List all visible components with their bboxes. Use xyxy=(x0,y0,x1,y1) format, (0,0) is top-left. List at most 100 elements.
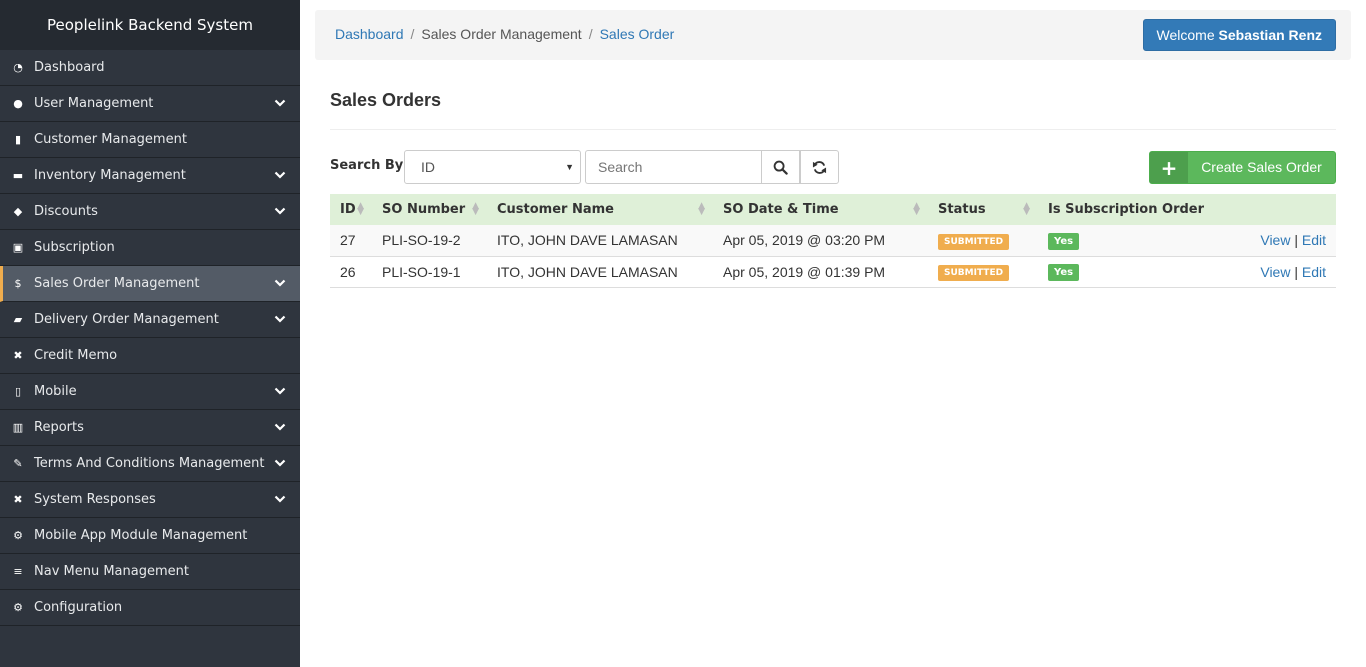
column-header-so-date[interactable]: SO Date & Time ▲ ▼ xyxy=(713,194,928,225)
column-header-customer-name[interactable]: Customer Name ▲ ▼ xyxy=(487,194,713,225)
cell-id: 27 xyxy=(330,225,372,257)
cell-actions: View | Edit xyxy=(1218,256,1336,288)
column-header-id[interactable]: ID ▲ ▼ xyxy=(330,194,372,225)
plus-icon: + xyxy=(1150,152,1188,183)
subscription-badge: Yes xyxy=(1048,264,1080,281)
sidebar-item-label: Reports xyxy=(34,420,84,435)
sidebar-item-terms-and-conditions-management[interactable]: ✎ Terms And Conditions Management xyxy=(0,446,300,482)
sidebar-item-label: Subscription xyxy=(34,240,115,255)
chevron-down-icon xyxy=(274,207,286,215)
cell-customer-name: ITO, JOHN DAVE LAMASAN xyxy=(487,225,713,257)
table-header-row: ID ▲ ▼ SO Number ▲ ▼ Customer Name ▲ ▼ SO Date… xyxy=(330,194,1336,225)
sidebar-item-label: Sales Order Management xyxy=(34,276,200,291)
status-badge: SUBMITTED xyxy=(938,233,1010,250)
edit-link[interactable]: Edit xyxy=(1302,264,1326,280)
sidebar-item-customer-management[interactable]: ▮ Customer Management xyxy=(0,122,300,158)
search-field-select[interactable]: ID ▼ xyxy=(404,150,581,184)
sidebar-item-nav-menu-management[interactable]: ≡ Nav Menu Management xyxy=(0,554,300,590)
truck-icon: ▰ xyxy=(13,313,23,326)
sidebar-item-label: Mobile xyxy=(34,384,77,399)
sidebar-item-mobile-app-module-management[interactable]: ⚙ Mobile App Module Management xyxy=(0,518,300,554)
view-link[interactable]: View xyxy=(1260,232,1290,248)
cell-customer-name: ITO, JOHN DAVE LAMASAN xyxy=(487,256,713,288)
create-sales-order-button[interactable]: + Create Sales Order xyxy=(1149,151,1336,184)
sidebar-item-label: Delivery Order Management xyxy=(34,312,219,327)
table-row: 26 PLI-SO-19-1 ITO, JOHN DAVE LAMASAN Ap… xyxy=(330,256,1336,288)
welcome-prefix: Welcome xyxy=(1156,27,1215,43)
breadcrumb-current-link[interactable]: Sales Order xyxy=(600,26,675,42)
column-header-so-number[interactable]: SO Number ▲ ▼ xyxy=(372,194,487,225)
dashboard-icon: ◔ xyxy=(13,61,23,74)
search-button[interactable] xyxy=(761,150,800,184)
sidebar-item-label: Configuration xyxy=(34,600,123,615)
view-link[interactable]: View xyxy=(1260,264,1290,280)
cell-so-date: Apr 05, 2019 @ 01:39 PM xyxy=(713,256,928,288)
sidebar-item-credit-memo[interactable]: ✖ Credit Memo xyxy=(0,338,300,374)
rss-icon: ▣ xyxy=(12,241,24,254)
search-field-value: ID xyxy=(421,159,435,175)
dollar-icon: $ xyxy=(14,277,22,290)
edit-link[interactable]: Edit xyxy=(1302,232,1326,248)
close-icon: ✖ xyxy=(13,349,23,362)
sidebar-item-label: Customer Management xyxy=(34,132,187,147)
chevron-down-icon xyxy=(274,495,286,503)
chevron-down-icon xyxy=(274,315,286,323)
sidebar-item-label: User Management xyxy=(34,96,154,111)
sort-icon: ▲ ▼ xyxy=(698,201,705,217)
sidebar: Peoplelink Backend System ◔ Dashboard ● Use… xyxy=(0,0,300,667)
sidebar-item-reports[interactable]: ▥ Reports xyxy=(0,410,300,446)
sidebar-item-dashboard[interactable]: ◔ Dashboard xyxy=(0,50,300,86)
cell-so-number: PLI-SO-19-2 xyxy=(372,225,487,257)
chevron-down-icon xyxy=(274,459,286,467)
chevron-down-icon xyxy=(274,279,286,287)
breadcrumb: Dashboard / Sales Order Management / Sales O… xyxy=(335,26,674,42)
user-icon: ● xyxy=(13,97,23,110)
breadcrumb-dashboard-link[interactable]: Dashboard xyxy=(335,26,404,42)
tags-icon: ◆ xyxy=(13,205,23,218)
action-separator: | xyxy=(1294,232,1298,249)
edit-icon: ✎ xyxy=(13,457,23,470)
sidebar-item-mobile[interactable]: ▯ Mobile xyxy=(0,374,300,410)
sidebar-item-inventory-management[interactable]: ▬ Inventory Management xyxy=(0,158,300,194)
sidebar-item-label: Discounts xyxy=(34,204,98,219)
sidebar-item-label: Nav Menu Management xyxy=(34,564,189,579)
column-header-is-subscription[interactable]: Is Subscription Order xyxy=(1038,194,1218,225)
welcome-button[interactable]: Welcome Sebastian Renz xyxy=(1142,19,1336,51)
column-header-status[interactable]: Status ▲ ▼ xyxy=(928,194,1038,225)
sidebar-item-label: System Responses xyxy=(34,492,156,507)
close-icon: ✖ xyxy=(13,493,23,506)
chevron-down-icon xyxy=(274,387,286,395)
cell-id: 26 xyxy=(330,256,372,288)
column-header-actions xyxy=(1218,194,1336,225)
sort-icon: ▲ ▼ xyxy=(357,201,364,217)
status-badge: SUBMITTED xyxy=(938,265,1010,281)
sidebar-item-subscription[interactable]: ▣ Subscription xyxy=(0,230,300,266)
sidebar-item-label: Inventory Management xyxy=(34,168,186,183)
sales-orders-table: ID ▲ ▼ SO Number ▲ ▼ Customer Name ▲ ▼ SO Date… xyxy=(330,194,1336,288)
id-card-icon: ▮ xyxy=(14,133,22,146)
folder-icon: ▬ xyxy=(12,169,24,182)
table-row: 27 PLI-SO-19-2 ITO, JOHN DAVE LAMASAN Ap… xyxy=(330,225,1336,257)
top-bar: Dashboard / Sales Order Management / Sales O… xyxy=(315,10,1351,60)
cogs-icon: ⚙ xyxy=(13,601,23,614)
sidebar-item-system-responses[interactable]: ✖ System Responses xyxy=(0,482,300,518)
page-title: Sales Orders xyxy=(330,90,442,110)
sidebar-item-delivery-order-management[interactable]: ▰ Delivery Order Management xyxy=(0,302,300,338)
cell-status: SUBMITTED xyxy=(928,225,1038,257)
cell-is-subscription: Yes xyxy=(1038,225,1218,257)
sidebar-item-discounts[interactable]: ◆ Discounts xyxy=(0,194,300,230)
create-sales-order-label: Create Sales Order xyxy=(1201,159,1322,175)
refresh-button[interactable] xyxy=(800,150,839,184)
caret-down-icon: ▼ xyxy=(565,162,574,172)
sort-icon: ▲ ▼ xyxy=(472,201,479,217)
sidebar-item-sales-order-management[interactable]: $ Sales Order Management xyxy=(0,266,300,302)
chevron-down-icon xyxy=(274,171,286,179)
action-separator: | xyxy=(1294,263,1298,280)
bars-icon: ≡ xyxy=(13,565,23,578)
search-input[interactable] xyxy=(585,150,762,184)
sidebar-item-user-management[interactable]: ● User Management xyxy=(0,86,300,122)
refresh-icon xyxy=(812,160,827,174)
sidebar-item-label: Terms And Conditions Management xyxy=(34,456,265,471)
sidebar-item-configuration[interactable]: ⚙ Configuration xyxy=(0,590,300,626)
cell-is-subscription: Yes xyxy=(1038,256,1218,288)
